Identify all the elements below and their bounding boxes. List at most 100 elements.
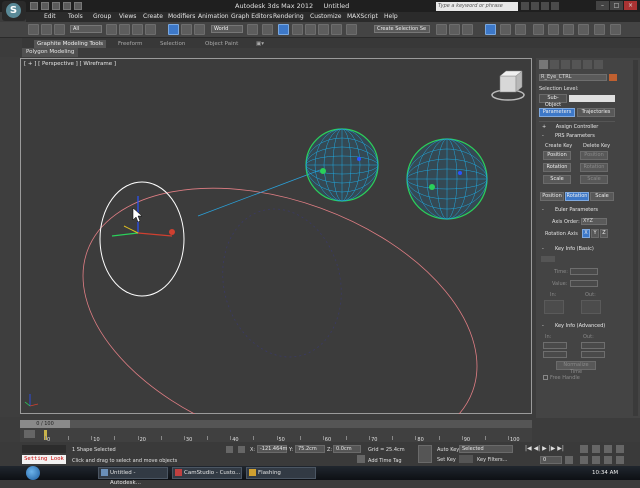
zoom-all-icon[interactable]: [592, 445, 600, 453]
value-spinner[interactable]: [570, 280, 598, 287]
edit-named-selection-icon[interactable]: [346, 24, 357, 35]
zoom-extents-icon[interactable]: [604, 445, 612, 453]
menu-animation[interactable]: Animation: [198, 12, 229, 22]
create-tab-icon[interactable]: [539, 60, 548, 69]
in-tangent-button[interactable]: [544, 300, 564, 314]
set-key-icon[interactable]: [418, 445, 432, 463]
rotation-mode-button[interactable]: Rotation: [565, 192, 589, 201]
pivot-center-icon[interactable]: [247, 24, 258, 35]
menu-rendering[interactable]: Rendering: [273, 12, 304, 22]
start-button-icon[interactable]: [26, 466, 40, 480]
menu-create[interactable]: Create: [143, 12, 163, 22]
undo-icon[interactable]: [63, 2, 71, 10]
key-type-icon[interactable]: [459, 455, 473, 463]
z-coordinate-field[interactable]: 0.0cm: [333, 445, 361, 453]
render-setup-icon[interactable]: [548, 24, 559, 35]
window-crossing-icon[interactable]: [145, 24, 156, 35]
taskbar-item-flashing[interactable]: Flashing: [246, 467, 316, 479]
goto-start-icon[interactable]: |◀: [525, 445, 532, 452]
search-icon[interactable]: [521, 2, 529, 10]
menu-views[interactable]: Views: [119, 12, 136, 22]
graphite-toggle-icon[interactable]: [485, 24, 496, 35]
in-advanced-spinner-1[interactable]: [543, 342, 567, 349]
communication-center-icon[interactable]: [531, 2, 539, 10]
menu-maxscript[interactable]: MAXScript: [347, 12, 378, 22]
layer-manager-icon[interactable]: [462, 24, 473, 35]
axis-x-button[interactable]: X: [582, 229, 590, 238]
taskbar-item-3dsmax[interactable]: Untitled - Autodesk...: [98, 467, 168, 486]
current-frame-field[interactable]: 0: [540, 456, 562, 464]
mini-curve-editor-icon[interactable]: [24, 430, 35, 438]
menu-group[interactable]: Group: [93, 12, 111, 22]
create-position-key-button[interactable]: Position: [543, 151, 571, 160]
time-configuration-icon[interactable]: [565, 456, 573, 464]
favorites-icon[interactable]: [541, 2, 549, 10]
select-by-name-icon[interactable]: [119, 24, 130, 35]
axis-order-dropdown[interactable]: XYZ: [581, 218, 607, 225]
previous-frame-icon[interactable]: ◀|: [534, 445, 541, 452]
hierarchy-tab-icon[interactable]: [561, 60, 570, 69]
taskbar-item-camstudio[interactable]: CamStudio - Custo...: [172, 467, 242, 479]
ribbon-options-icon[interactable]: ▣▾: [256, 40, 264, 48]
mirror-icon[interactable]: [436, 24, 447, 35]
axis-y-button[interactable]: Y: [591, 229, 599, 238]
object-name-field[interactable]: R_Eye_CTRL: [539, 74, 607, 81]
sub-object-dropdown[interactable]: [569, 95, 615, 102]
align-icon[interactable]: [449, 24, 460, 35]
key-filters-button[interactable]: Key Filters...: [477, 457, 507, 463]
tab-graphite-modeling-tools[interactable]: Graphite Modeling Tools: [34, 40, 107, 48]
out-advanced-spinner-2[interactable]: [581, 351, 605, 358]
motion-tab-icon[interactable]: [572, 60, 581, 69]
selection-filter-dropdown[interactable]: All: [70, 25, 102, 33]
time-spinner[interactable]: [570, 268, 598, 275]
maxscript-listener[interactable]: [22, 445, 66, 453]
next-frame-icon[interactable]: |▶: [549, 445, 556, 452]
tab-freeform[interactable]: Freeform: [118, 40, 143, 48]
select-manipulate-icon[interactable]: [262, 24, 273, 35]
modify-tab-icon[interactable]: [550, 60, 559, 69]
render-production-icon[interactable]: [578, 24, 589, 35]
select-and-rotate-icon[interactable]: [181, 24, 192, 35]
minimize-button[interactable]: –: [596, 1, 609, 10]
position-mode-button[interactable]: Position: [540, 192, 564, 201]
snaps-toggle-icon[interactable]: [292, 24, 303, 35]
close-button[interactable]: ×: [624, 1, 637, 10]
render-iterative-icon[interactable]: [610, 24, 621, 35]
select-object-icon[interactable]: [106, 24, 117, 35]
rectangular-selection-icon[interactable]: [132, 24, 143, 35]
delete-rotation-key-button[interactable]: Rotation: [580, 163, 608, 172]
link-icon[interactable]: [54, 24, 65, 35]
curve-editor-icon[interactable]: [500, 24, 511, 35]
schematic-view-icon[interactable]: [515, 24, 526, 35]
scale-mode-button[interactable]: Scale: [590, 192, 614, 201]
create-rotation-key-button[interactable]: Rotation: [543, 163, 571, 172]
redo-icon[interactable]: [41, 24, 52, 35]
material-editor-icon[interactable]: [533, 24, 544, 35]
menu-help[interactable]: Help: [384, 12, 398, 22]
orbit-icon[interactable]: [604, 456, 612, 464]
goto-end-icon[interactable]: ▶|: [557, 445, 564, 452]
set-key-button[interactable]: Set Key: [437, 457, 456, 463]
spinner-snap-icon[interactable]: [331, 24, 342, 35]
in-advanced-spinner-2[interactable]: [543, 351, 567, 358]
object-color-swatch[interactable]: [609, 74, 617, 81]
out-tangent-button[interactable]: [581, 300, 601, 314]
out-advanced-spinner-1[interactable]: [581, 342, 605, 349]
key-nav-arrows[interactable]: [541, 256, 555, 262]
key-info-advanced-rollout[interactable]: - Key Info (Advanced): [542, 322, 615, 330]
key-mode-dropdown[interactable]: Selected: [459, 445, 513, 453]
help-icon[interactable]: [551, 2, 559, 10]
sub-object-button[interactable]: Sub-Object: [539, 94, 567, 108]
menu-customize[interactable]: Customize: [310, 12, 342, 22]
delete-scale-key-button[interactable]: Scale: [580, 175, 608, 184]
time-slider-track[interactable]: [20, 420, 532, 428]
tab-selection[interactable]: Selection: [160, 40, 185, 48]
new-file-icon[interactable]: [30, 2, 38, 10]
named-selection-dropdown[interactable]: Create Selection Se: [374, 25, 430, 33]
menu-tools[interactable]: Tools: [68, 12, 83, 22]
selection-lock-icon[interactable]: [226, 446, 233, 453]
viewport-scene[interactable]: [20, 58, 532, 414]
axis-z-button[interactable]: Z: [600, 229, 608, 238]
select-and-move-icon[interactable]: [168, 24, 179, 35]
absolute-mode-icon[interactable]: [238, 446, 245, 453]
